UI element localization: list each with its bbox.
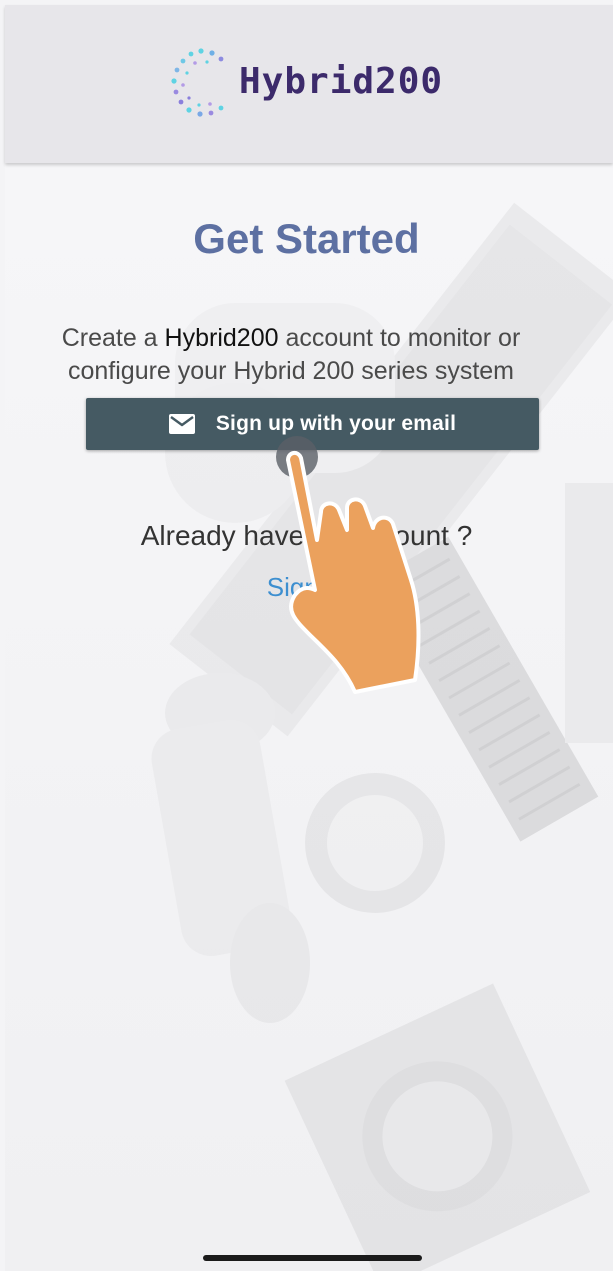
brand-name: Hybrid200 bbox=[239, 60, 444, 102]
home-indicator[interactable] bbox=[203, 1255, 422, 1261]
description-prefix: Create a bbox=[61, 324, 165, 352]
hand-pointer-icon bbox=[276, 436, 421, 694]
description-brand: Hybrid200 bbox=[164, 324, 279, 352]
app-screen: Hybrid200 Get Started Create a Hybrid200… bbox=[0, 0, 613, 1271]
brand-logo: Hybrid200 bbox=[165, 43, 443, 123]
dotted-circle-logo-icon bbox=[171, 48, 224, 117]
page-title: Get Started bbox=[193, 215, 420, 262]
mail-icon bbox=[168, 414, 195, 434]
app-header: Hybrid200 bbox=[5, 5, 613, 163]
intro-description: Create a Hybrid200 account to monitor or… bbox=[36, 322, 546, 388]
